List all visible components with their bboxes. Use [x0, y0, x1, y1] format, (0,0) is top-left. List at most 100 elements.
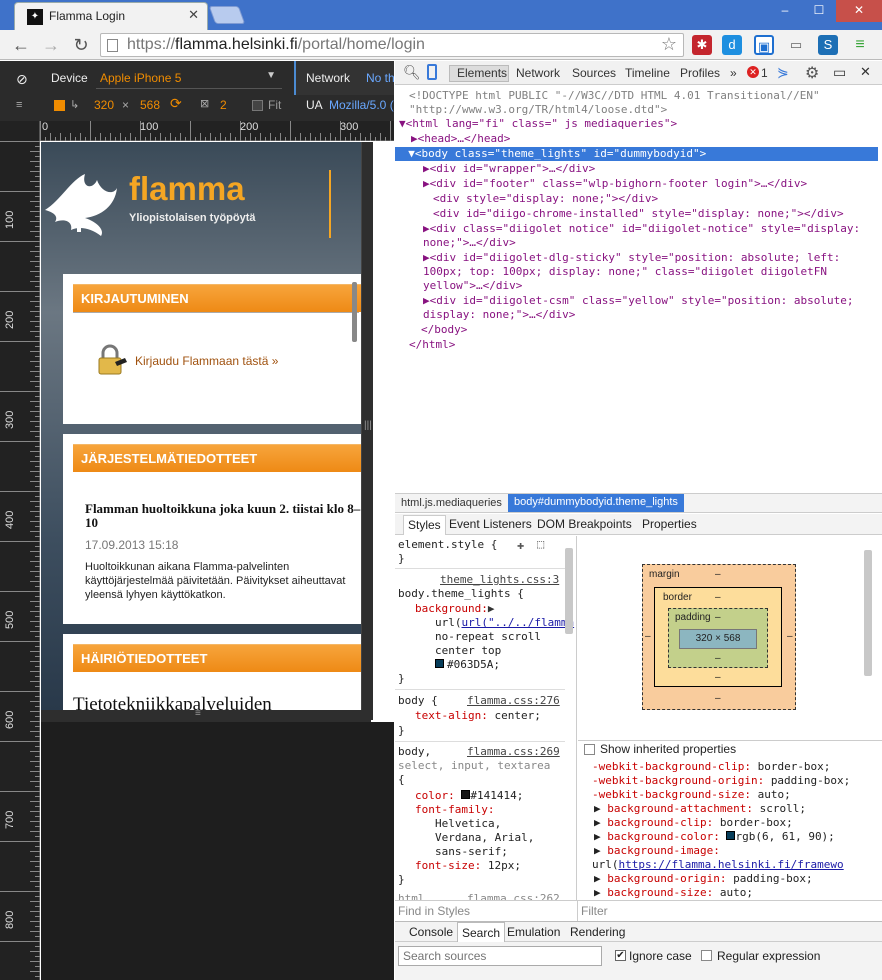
back-button[interactable]: ← [10, 34, 32, 56]
computed-property[interactable]: ▶ background-color: rgb(6, 61, 90); [594, 830, 835, 844]
css-value[interactable]: center top [435, 644, 501, 658]
css-value[interactable]: url(url("../../flamma [435, 616, 574, 630]
tab-timeline[interactable]: Timeline [625, 66, 670, 80]
tab-search[interactable]: Search [457, 922, 506, 943]
tab-dom-breakpoints[interactable]: DOM Breakpoints [537, 517, 632, 531]
find-in-styles-input[interactable]: Find in Styles [398, 904, 470, 918]
computed-property[interactable]: -webkit-background-size: auto; [592, 788, 791, 802]
rule-source-link[interactable]: theme_lights.css:3 [440, 573, 559, 587]
tab-rendering[interactable]: Rendering [570, 925, 625, 939]
crumb-html[interactable]: html.js.mediaqueries [401, 497, 502, 509]
device-pixel-ratio[interactable]: 2 [220, 98, 227, 112]
computed-property[interactable]: ▶ background-clip: border-box; [594, 816, 793, 830]
reload-button[interactable]: ↻ [70, 34, 92, 56]
viewport-resize-handle-right[interactable]: ||| [361, 142, 373, 720]
rule-selector-secondary[interactable]: select, input, textarea [398, 759, 550, 773]
fault-title[interactable]: Tietotekniikkapalveluiden [73, 694, 272, 710]
address-bar[interactable]: https://flamma.helsinki.fi/portal/home/l… [100, 33, 684, 57]
fit-checkbox[interactable] [252, 100, 263, 111]
tree-node-diigolet-sticky[interactable]: ▶<div id="diigolet-dlg-sticky" style="po… [423, 251, 840, 265]
extension-d-icon[interactable]: d [722, 35, 742, 55]
news-title[interactable]: Flamman huoltoikkuna joka kuun 2. tiista… [85, 502, 361, 530]
device-mode-icon[interactable] [427, 64, 437, 80]
css-value[interactable]: sans-serif; [435, 845, 508, 859]
tree-node-wrapper[interactable]: ▶<div id="wrapper">…</div> [423, 162, 595, 176]
computed-property[interactable]: url(https://flamma.helsinki.fi/framewo [592, 858, 844, 872]
swap-dimensions-icon[interactable]: ⟳ [170, 95, 182, 112]
minimize-button[interactable]: ‒ [768, 0, 802, 22]
error-count[interactable]: 1 [761, 66, 768, 80]
forward-button[interactable]: → [40, 34, 62, 56]
maximize-button[interactable]: ☐ [802, 0, 836, 22]
height-input[interactable]: 568 [140, 98, 160, 112]
tree-node-hidden-div[interactable]: <div style="display: none;"></div> [433, 192, 658, 206]
css-value[interactable]: Verdana, Arial, [435, 831, 534, 845]
tab-elements[interactable]: Elements [457, 66, 507, 80]
element-style-rule[interactable]: element.style { [398, 538, 497, 552]
gear-icon[interactable]: ⚙ [805, 63, 819, 83]
close-window-button[interactable]: ✕ [836, 0, 882, 22]
toggle-drawer-icon[interactable]: ≡ [16, 99, 22, 111]
margin-box[interactable]: margin – – – – border – – padding – – 32… [642, 564, 796, 710]
computed-property[interactable]: ▶ background-size: auto; [594, 886, 753, 900]
tree-node-footer[interactable]: ▶<div id="footer" class="wlp-bighorn-foo… [423, 177, 807, 191]
css-property[interactable]: background:▶ [415, 602, 494, 616]
close-tab-icon[interactable]: ✕ [188, 7, 199, 23]
emulated-viewport[interactable]: flamma Yliopistolaisen työpöytä KIRJAUTU… [41, 142, 361, 710]
ignore-case-checkbox[interactable]: ✔ [615, 950, 626, 961]
css-property[interactable]: font-family: [415, 803, 494, 817]
rule-selector[interactable]: body, [398, 745, 431, 759]
rule-source-link[interactable]: flamma.css:276 [467, 694, 560, 708]
doctype-line-2[interactable]: "http://www.w3.org/TR/html4/loose.dtd"> [409, 103, 667, 117]
toggle-state-icon[interactable]: ⬚ [537, 537, 544, 551]
tab-event-listeners[interactable]: Event Listeners [449, 517, 532, 531]
extension-s-icon[interactable]: S [818, 35, 838, 55]
menu-icon[interactable]: ≡ [850, 35, 870, 55]
metrics-scrollbar[interactable] [864, 550, 872, 676]
tree-node-body-selected[interactable]: ▼<body class="theme_lights" id="dummybod… [395, 147, 878, 161]
url-text[interactable]: https://flamma.helsinki.fi/portal/home/l… [127, 36, 425, 54]
css-value[interactable]: Helvetica, [435, 817, 501, 831]
user-agent-input[interactable]: Mozilla/5.0 ( [329, 98, 394, 112]
extension-diigo-icon[interactable]: ✱ [692, 35, 712, 55]
tab-console[interactable]: Console [409, 925, 453, 939]
network-throttle[interactable]: Network No th [294, 61, 395, 95]
rule-source-link[interactable]: flamma.css:262 [467, 892, 560, 900]
console-drawer-icon[interactable]: ⋟ [777, 64, 789, 81]
extension-window-icon[interactable]: ▣ [754, 35, 774, 55]
crumb-body[interactable]: body#dummybodyid.theme_lights [508, 494, 684, 512]
tab-sources[interactable]: Sources [572, 66, 616, 80]
computed-property[interactable]: ▶ background-attachment: scroll; [594, 802, 806, 816]
page-scrollbar[interactable] [352, 282, 357, 342]
elements-tree[interactable]: <!DOCTYPE html PUBLIC "-//W3C//DTD HTML … [395, 86, 882, 492]
content-box[interactable]: 320 × 568 [679, 629, 757, 649]
rule-selector[interactable]: body.theme_lights { [398, 587, 524, 601]
padding-box[interactable]: padding – – 320 × 568 [668, 608, 768, 668]
tab-profiles[interactable]: Profiles [680, 66, 720, 80]
css-property[interactable]: color: #141414; [415, 789, 523, 803]
new-tab-button[interactable] [208, 6, 246, 24]
border-box[interactable]: border – – padding – – 320 × 568 [654, 587, 782, 687]
bookmark-star-icon[interactable]: ☆ [661, 34, 677, 55]
dock-icon[interactable]: ▭ [833, 64, 846, 81]
viewport-resize-handle-bottom[interactable]: ≡ [41, 708, 371, 722]
tree-node-diigo-installed[interactable]: <div id="diigo-chrome-installed" style="… [433, 207, 844, 221]
tree-node-head[interactable]: ▶<head>…</head> [411, 132, 510, 146]
tab-network[interactable]: Network [516, 66, 560, 80]
tab-emulation[interactable]: Emulation [507, 925, 560, 939]
computed-property[interactable]: ▶ background-image: [594, 844, 720, 858]
tree-node-html-close[interactable]: </html> [409, 338, 455, 352]
regex-checkbox[interactable] [701, 950, 712, 961]
computed-filter-input[interactable]: Filter [581, 904, 608, 918]
styles-scrollbar[interactable] [565, 548, 573, 634]
error-icon[interactable]: ✕ [747, 66, 759, 78]
tree-node-body-close[interactable]: </body> [421, 323, 467, 337]
rule-selector[interactable]: body { [398, 694, 438, 708]
tab-properties[interactable]: Properties [642, 517, 697, 531]
disable-icon[interactable]: ⊘ [16, 71, 28, 88]
tree-node-diigolet-csm[interactable]: ▶<div id="diigolet-csm" class="yellow" s… [423, 294, 853, 308]
tree-node-html[interactable]: ▼<html lang="fi" class=" js mediaqueries… [399, 117, 677, 131]
css-value[interactable]: no-repeat scroll [435, 630, 541, 644]
css-property[interactable]: text-align: center; [415, 709, 541, 723]
search-sources-input[interactable] [398, 946, 602, 966]
